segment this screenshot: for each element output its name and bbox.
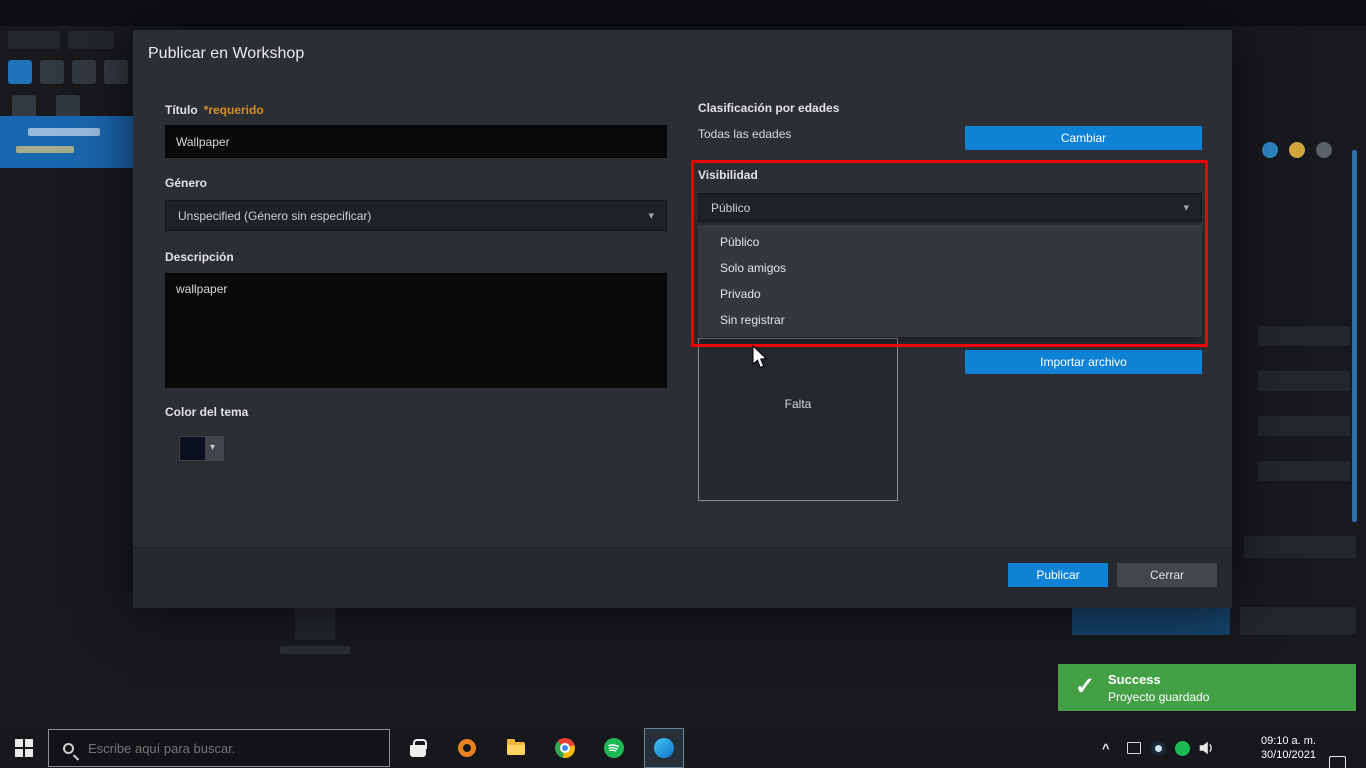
- tray-chevron-up-icon[interactable]: ^: [1102, 741, 1110, 756]
- clock[interactable]: 09:10 a. m. 30/10/2021: [1238, 734, 1316, 762]
- description-textarea[interactable]: wallpaper: [165, 273, 667, 388]
- genre-select[interactable]: Unspecified (Género sin especificar) ▾: [165, 200, 667, 231]
- title-label: Título: [165, 103, 198, 117]
- background-selected-item: [0, 116, 133, 168]
- mouse-cursor: [752, 345, 768, 369]
- background-button: [1240, 607, 1356, 635]
- search-input[interactable]: [88, 740, 358, 756]
- chevron-down-icon: ▾: [648, 210, 654, 222]
- taskbar-app-wallpaper-engine-active[interactable]: [644, 728, 684, 768]
- taskbar-app-orange[interactable]: [447, 728, 487, 768]
- toast-title: Success: [1108, 672, 1161, 687]
- background-toolbar-icon: [8, 60, 32, 84]
- spotify-icon: [604, 738, 624, 758]
- theme-color-label: Color del tema: [165, 405, 249, 419]
- background-toolbar-icon: [104, 60, 128, 84]
- steam-tray-icon[interactable]: [1151, 741, 1166, 756]
- title-input[interactable]: [165, 125, 667, 158]
- screen: Publicar en Workshop Título *requerido Gé…: [0, 0, 1366, 768]
- age-rating-label: Clasificación por edades: [698, 101, 840, 115]
- genre-label: Género: [165, 176, 208, 190]
- background-panel-item: [1258, 371, 1350, 391]
- taskbar-app-explorer[interactable]: [496, 728, 536, 768]
- taskbar-app-spotify[interactable]: [594, 728, 634, 768]
- background-titlebar: [0, 0, 1366, 26]
- taskbar-search[interactable]: [48, 729, 390, 767]
- windows-logo-icon: [15, 739, 33, 757]
- age-rating-value: Todas las edades: [698, 127, 792, 141]
- volume-icon[interactable]: [1197, 739, 1215, 757]
- import-file-button[interactable]: Importar archivo: [965, 350, 1202, 374]
- annotation-red-box: [691, 160, 1208, 347]
- search-icon: [63, 742, 74, 754]
- spotify-tray-icon[interactable]: [1175, 741, 1190, 756]
- genre-selected-value: Unspecified (Género sin especificar): [178, 208, 372, 223]
- chevron-down-icon: ▾: [210, 442, 216, 453]
- dialog-title: Publicar en Workshop: [148, 45, 305, 62]
- orange-app-icon: [458, 739, 476, 757]
- change-rating-button[interactable]: Cambiar: [965, 126, 1202, 150]
- description-label: Descripción: [165, 250, 234, 264]
- background-panel-item: [1258, 461, 1350, 481]
- close-button[interactable]: Cerrar: [1117, 563, 1217, 587]
- background-status-dot: [1289, 142, 1305, 158]
- background-status-dot: [1262, 142, 1278, 158]
- taskbar-app-store[interactable]: [398, 728, 438, 768]
- background-panel-item: [1244, 536, 1356, 558]
- taskbar: ^ 09:10 a. m. 30/10/2021: [0, 728, 1366, 768]
- required-marker: *requerido: [203, 103, 264, 117]
- file-explorer-icon: [507, 738, 525, 755]
- publish-button[interactable]: Publicar: [1008, 563, 1108, 587]
- background-menu-item: [8, 31, 60, 49]
- background-toolbar-icon: [72, 60, 96, 84]
- background-toolbar-icon: [40, 60, 64, 84]
- chrome-icon: [555, 738, 575, 758]
- background-panel-item: [1258, 416, 1350, 436]
- microsoft-store-icon: [410, 738, 427, 757]
- toast-message: Proyecto guardado: [1108, 690, 1210, 704]
- success-toast: ✓ Success Proyecto guardado: [1058, 664, 1356, 711]
- wallpaper-engine-icon: [654, 738, 674, 758]
- preview-box[interactable]: Falta: [698, 338, 898, 501]
- clock-date: 30/10/2021: [1260, 749, 1316, 761]
- color-swatch: [180, 437, 205, 460]
- title-field-label: Título *requerido: [165, 101, 264, 119]
- background-button: [1072, 607, 1230, 635]
- tray-app-icon[interactable]: [1127, 742, 1141, 754]
- check-icon: ✓: [1075, 673, 1096, 700]
- clock-time: 09:10 a. m.: [1260, 735, 1316, 747]
- action-center-icon[interactable]: [1329, 756, 1346, 768]
- background-panel-item: [1258, 326, 1350, 346]
- theme-color-picker[interactable]: ▾: [178, 435, 225, 462]
- background-status-dot: [1316, 142, 1332, 158]
- taskbar-app-chrome[interactable]: [545, 728, 585, 768]
- background-scrollbar: [1352, 150, 1357, 522]
- start-button[interactable]: [4, 728, 44, 768]
- preview-missing-text: Falta: [784, 397, 812, 411]
- background-menu-item: [68, 31, 114, 49]
- background-label: [280, 646, 350, 654]
